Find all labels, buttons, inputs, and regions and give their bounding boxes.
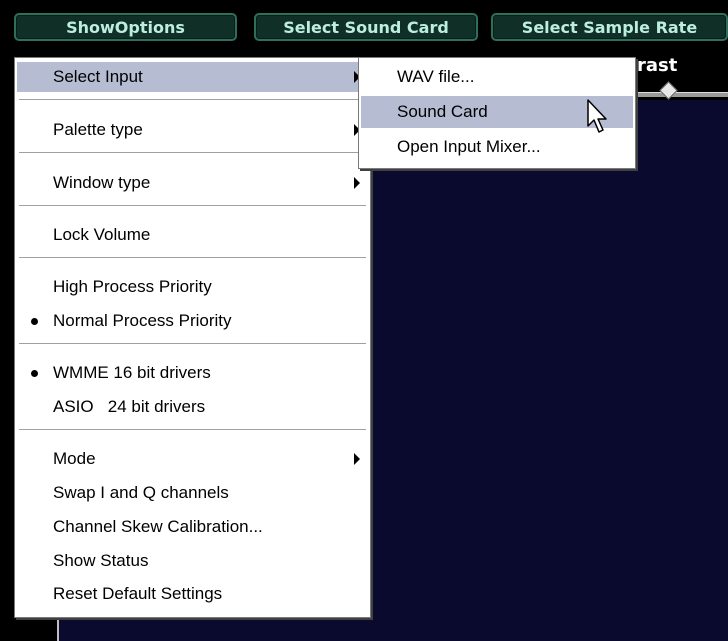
options-menu: Select Input Palette type Window type Lo… — [14, 57, 371, 618]
menu-separator — [19, 257, 366, 259]
menu-item-mode[interactable]: Mode — [17, 444, 368, 474]
menu-item-label: Select Input — [53, 67, 143, 86]
menu-item-swap-iq[interactable]: Swap I and Q channels — [17, 478, 368, 508]
menu-item-label: WAV file... — [397, 67, 475, 86]
mouse-pointer-icon — [587, 99, 607, 133]
menu-item-label: High Process Priority — [53, 277, 212, 296]
menu-separator — [19, 205, 366, 207]
submenu-arrow-icon — [354, 177, 360, 189]
select-sound-card-button[interactable]: Select Sound Card — [254, 13, 478, 41]
menu-item-label: Channel Skew Calibration... — [53, 517, 263, 536]
radio-bullet-icon — [31, 318, 38, 325]
submenu-item-wav-file[interactable]: WAV file... — [361, 61, 633, 93]
menu-item-label: Swap I and Q channels — [53, 483, 229, 502]
menu-item-wmme-drivers[interactable]: WMME 16 bit drivers — [17, 358, 368, 388]
menu-separator — [19, 152, 366, 154]
contrast-slider-track[interactable] — [630, 92, 728, 97]
menu-item-select-input[interactable]: Select Input — [17, 62, 368, 92]
show-options-button[interactable]: ShowOptions — [14, 13, 237, 41]
menu-item-label: Reset Default Settings — [53, 584, 223, 603]
contrast-label: rast — [637, 55, 678, 76]
menu-item-label: Window type — [53, 173, 151, 192]
menu-item-palette-type[interactable]: Palette type — [17, 115, 368, 145]
menu-item-show-status[interactable]: Show Status — [17, 546, 368, 576]
menu-item-lock-volume[interactable]: Lock Volume — [17, 220, 368, 250]
menu-item-label: Normal Process Priority — [53, 311, 232, 330]
select-sample-rate-button[interactable]: Select Sample Rate — [491, 13, 728, 41]
menu-item-high-priority[interactable]: High Process Priority — [17, 272, 368, 302]
menu-item-reset-defaults[interactable]: Reset Default Settings — [17, 579, 368, 609]
menu-item-label: Sound Card — [397, 102, 488, 121]
menu-item-label: WMME 16 bit drivers — [53, 363, 211, 382]
menu-item-label: ASIO 24 bit drivers — [53, 397, 206, 416]
menu-separator — [19, 99, 366, 101]
menu-item-label: Palette type — [53, 120, 143, 139]
menu-item-label: Show Status — [53, 551, 149, 570]
submenu-arrow-icon — [354, 453, 360, 465]
menu-item-normal-priority[interactable]: Normal Process Priority — [17, 306, 368, 336]
menu-item-label: Mode — [53, 449, 96, 468]
menu-item-window-type[interactable]: Window type — [17, 168, 368, 198]
menu-item-channel-skew[interactable]: Channel Skew Calibration... — [17, 512, 368, 542]
menu-separator — [19, 429, 366, 431]
menu-separator — [19, 343, 366, 345]
menu-item-label: Lock Volume — [53, 225, 151, 244]
menu-item-asio-drivers[interactable]: ASIO 24 bit drivers — [17, 392, 368, 422]
menu-item-label: Open Input Mixer... — [397, 137, 541, 156]
radio-bullet-icon — [31, 370, 38, 377]
